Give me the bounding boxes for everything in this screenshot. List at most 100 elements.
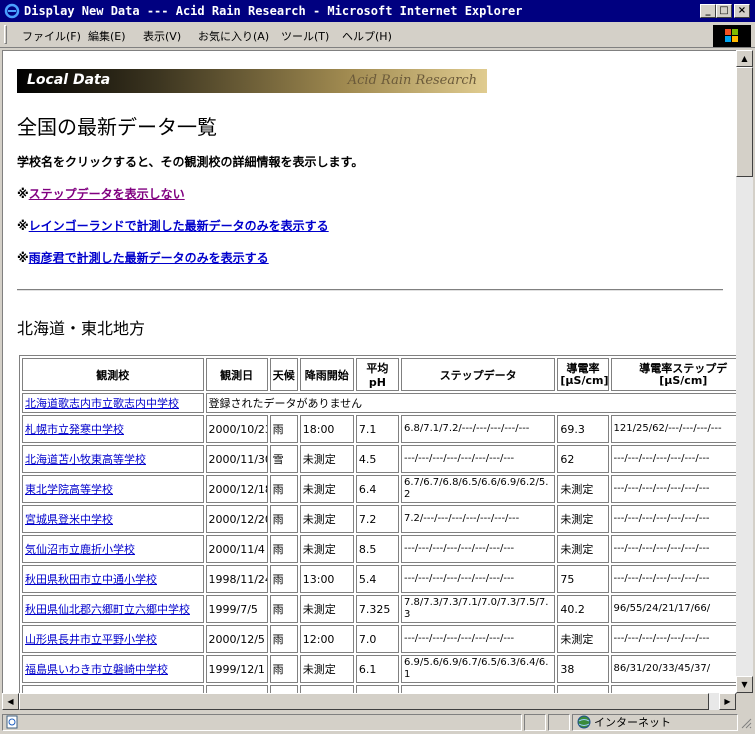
- step-data-cell: ---/---/---/---/---/---/---/---: [400, 625, 556, 653]
- vertical-scrollbar[interactable]: ▲ ▼: [736, 50, 753, 693]
- col-weather: 天候: [269, 358, 298, 391]
- raingoround-only-link[interactable]: レインゴーランドで計測した最新データのみを表示する: [29, 219, 329, 233]
- school-link[interactable]: 札幌市立発寒中学校: [25, 423, 124, 436]
- status-text-cell: [2, 714, 522, 731]
- scroll-left-arrow-icon[interactable]: ◀: [2, 693, 19, 710]
- windows-logo-icon: [713, 25, 751, 47]
- weather-cell: 雨: [269, 415, 298, 443]
- rain-start-cell: 未測定: [299, 505, 354, 533]
- horizontal-scroll-thumb[interactable]: [19, 693, 709, 710]
- weather-cell: 雨: [269, 565, 298, 593]
- link-row-hide-step: ※ステップデータを表示しない: [17, 185, 185, 202]
- hide-step-data-link[interactable]: ステップデータを表示しない: [29, 187, 185, 201]
- weather-cell: 雨: [269, 505, 298, 533]
- globe-icon: [577, 715, 591, 729]
- table-row: 山形県長井市立平野小学校 2000/12/5 雨 12:00 7.0 ---/---/--…: [22, 625, 736, 653]
- page-title: 全国の最新データ一覧: [17, 115, 217, 139]
- scroll-right-arrow-icon[interactable]: ▶: [719, 693, 736, 710]
- school-cell: 福島県いわき市立磐崎中学校: [22, 655, 204, 683]
- conductivity-step-cell: 121/25/62/---/---/---/---: [610, 415, 736, 443]
- scroll-down-arrow-icon[interactable]: ▼: [736, 676, 753, 693]
- school-cell: 東北学院高等学校: [22, 475, 204, 503]
- menu-help[interactable]: ヘルプ(H): [342, 28, 392, 44]
- conductivity-cell: 62: [557, 445, 609, 473]
- ph-cell: 6.4: [355, 475, 399, 503]
- school-link[interactable]: 秋田県仙北郡六郷町立六郷中学校: [25, 603, 190, 616]
- close-button[interactable]: ×: [734, 4, 750, 18]
- status-bar: インターネット: [0, 712, 755, 734]
- page-icon: [6, 715, 18, 729]
- maximize-button[interactable]: □: [716, 4, 732, 18]
- conductivity-cell: 未測定: [557, 475, 609, 503]
- col-conductivity-step: 導電率ステップデ [μS/cm]: [610, 358, 736, 391]
- resize-grip-icon[interactable]: [740, 716, 752, 730]
- menu-favorites[interactable]: お気に入り(A): [198, 28, 269, 44]
- rain-start-cell: 未測定: [299, 655, 354, 683]
- security-zone-cell: インターネット: [572, 714, 738, 731]
- conductivity-cell: 75: [557, 565, 609, 593]
- weather-cell: 雨: [269, 535, 298, 563]
- date-cell: 1999/12/1: [205, 655, 268, 683]
- amehiko-only-link[interactable]: 雨彦君で計測した最新データのみを表示する: [29, 251, 269, 265]
- table-row: 気仙沼市立鹿折小学校 2000/11/4 雨未測定 8.5 ---/---/---/--…: [22, 535, 736, 563]
- conductivity-step-cell: ---/---/---/---/---/---/---: [610, 565, 736, 593]
- menu-view[interactable]: 表示(V): [143, 28, 181, 44]
- conductivity-cell: 未測定: [557, 535, 609, 563]
- horizontal-scrollbar[interactable]: ◀ ▶: [2, 693, 736, 710]
- table-row: 秋田県秋田市立中通小学校 1998/11/24 雨 13:00 5.4 ---/---/-…: [22, 565, 736, 593]
- link-row-amehiko: ※雨彦君で計測した最新データのみを表示する: [17, 249, 269, 266]
- school-link[interactable]: 宮城県登米中学校: [25, 513, 113, 526]
- date-cell: 2000/12/18: [205, 475, 268, 503]
- school-cell: 宮城県登米中学校: [22, 505, 204, 533]
- col-avg-ph: 平均pH: [355, 358, 399, 391]
- step-data-cell: 6.7/6.7/6.8/6.5/6.6/6.9/6.2/5.2: [400, 475, 556, 503]
- horizontal-rule: [17, 289, 723, 291]
- table-row: 北海道歌志内市立歌志内中学校 登録されたデータがありません: [22, 393, 736, 413]
- date-cell: 1999/7/5: [205, 595, 268, 623]
- table-row: 宮城県登米中学校 2000/12/20 雨未測定 7.2 7.2/---/---/---…: [22, 505, 736, 533]
- date-cell: 2000/10/23: [205, 415, 268, 443]
- status-cell: [524, 714, 546, 731]
- scroll-up-arrow-icon[interactable]: ▲: [736, 50, 753, 67]
- table-row: 秋田県仙北郡六郷町立六郷中学校 1999/7/5 雨未測定 7.325 7.8/7.3/…: [22, 595, 736, 623]
- menu-file[interactable]: ファイル(F): [22, 28, 81, 44]
- school-link[interactable]: 東北学院高等学校: [25, 483, 113, 496]
- school-cell: 秋田県秋田市立中通小学校: [22, 565, 204, 593]
- step-data-cell: 6.8/7.1/7.2/---/---/---/---/---: [400, 415, 556, 443]
- step-data-cell: 7.8/7.3/7.3/7.1/7.0/7.3/7.5/7.3: [400, 595, 556, 623]
- toolbar-grip[interactable]: [4, 25, 7, 44]
- school-link[interactable]: 山形県長井市立平野小学校: [25, 633, 157, 646]
- ph-cell: 7.0: [355, 625, 399, 653]
- menu-edit[interactable]: 編集(E): [88, 28, 126, 44]
- window-title: Display New Data --- Acid Rain Research …: [24, 4, 523, 18]
- ph-cell: 7.325: [355, 595, 399, 623]
- link-prefix: ※: [17, 187, 29, 201]
- vertical-scroll-thumb[interactable]: [736, 67, 753, 177]
- link-prefix: ※: [17, 219, 29, 233]
- table-row: 札幌市立発寒中学校 2000/10/23 雨 18:00 7.1 6.8/7.1/7.2/…: [22, 415, 736, 443]
- menu-tools[interactable]: ツール(T): [281, 28, 329, 44]
- conductivity-step-cell: ---/---/---/---/---/---/---: [610, 445, 736, 473]
- date-cell: 1998/11/24: [205, 565, 268, 593]
- col-conductivity: 導電率 [μS/cm]: [557, 358, 609, 391]
- banner-acid-rain-research: Acid Rain Research: [347, 73, 477, 88]
- step-data-cell: ---/---/---/---/---/---/---/---: [400, 565, 556, 593]
- school-link[interactable]: 北海道歌志内市立歌志内中学校: [25, 397, 179, 410]
- conductivity-step-cell: ---/---/---/---/---/---/---: [610, 505, 736, 533]
- weather-cell: 雨: [269, 475, 298, 503]
- minimize-button[interactable]: _: [700, 4, 716, 18]
- conductivity-cell: 40.2: [557, 595, 609, 623]
- step-data-cell: 7.2/---/---/---/---/---/---/---: [400, 505, 556, 533]
- school-link[interactable]: 北海道苫小牧東高等学校: [25, 453, 146, 466]
- col-date: 観測日: [205, 358, 268, 391]
- date-cell: 2000/11/30: [205, 445, 268, 473]
- weather-cell: 雨: [269, 655, 298, 683]
- table-header-row: 観測校 観測日 天候 降雨開始 平均pH ステップデータ 導電率 [μS/cm]…: [22, 358, 736, 391]
- school-link[interactable]: 気仙沼市立鹿折小学校: [25, 543, 135, 556]
- title-bar: Display New Data --- Acid Rain Research …: [0, 0, 755, 22]
- school-link[interactable]: 福島県いわき市立磐崎中学校: [25, 663, 168, 676]
- date-cell: 2000/12/20: [205, 505, 268, 533]
- school-link[interactable]: 秋田県秋田市立中通小学校: [25, 573, 157, 586]
- ph-cell: 5.4: [355, 565, 399, 593]
- page-viewport: Local Data Acid Rain Research 全国の最新データ一覧…: [2, 50, 737, 694]
